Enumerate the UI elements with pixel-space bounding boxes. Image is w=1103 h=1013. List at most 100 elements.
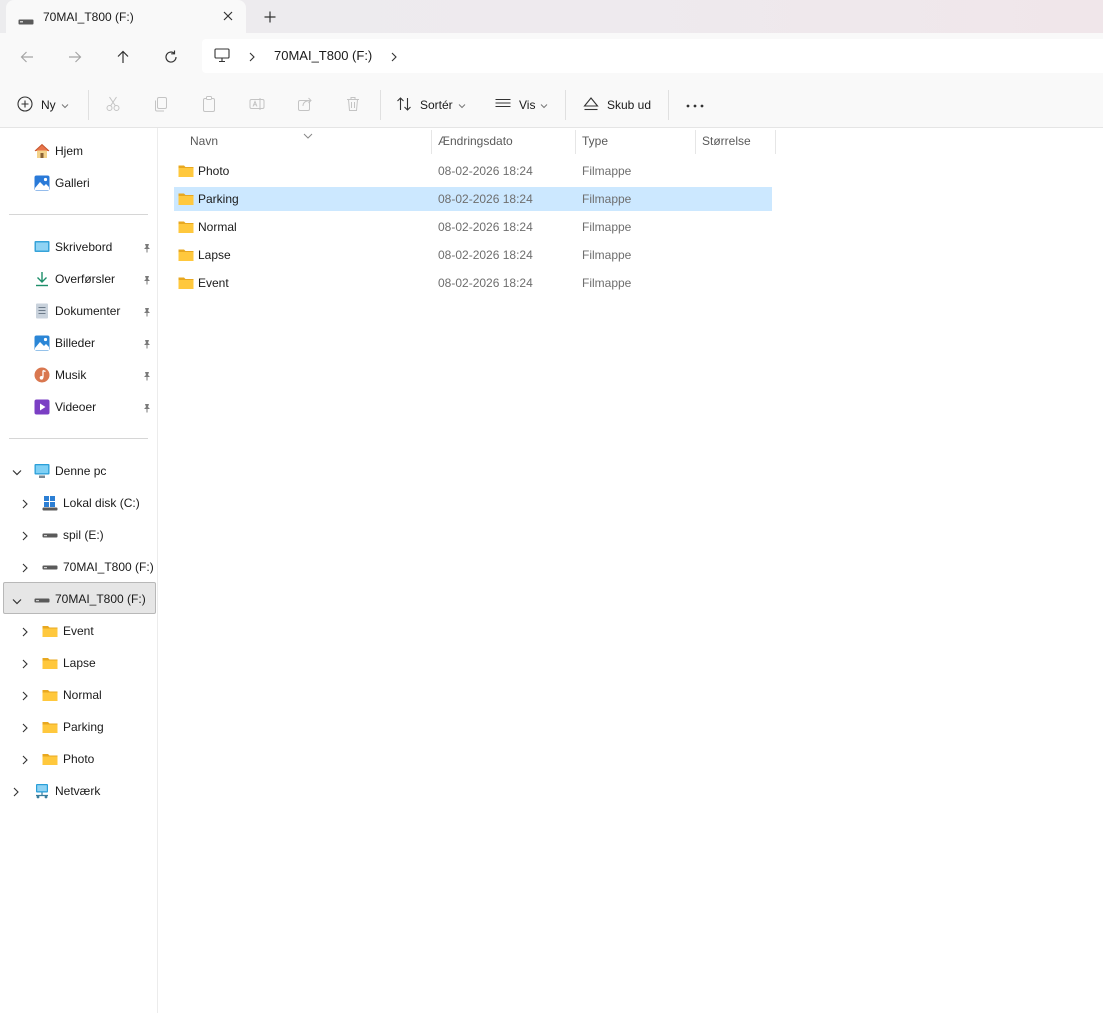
- sidebar-item-photo[interactable]: Photo: [0, 744, 158, 772]
- pin-icon[interactable]: [142, 306, 152, 320]
- sidebar-item-normal[interactable]: Normal: [0, 680, 158, 708]
- sidebar-item-70mai-pc[interactable]: 70MAI_T800 (F:): [0, 552, 158, 580]
- file-type: Filmappe: [582, 192, 632, 206]
- column-divider[interactable]: [431, 130, 432, 154]
- sidebar-item-network[interactable]: Netværk: [0, 776, 158, 804]
- chevron-right-icon[interactable]: [21, 626, 29, 640]
- sort-icon: [396, 96, 412, 115]
- column-header-size[interactable]: Størrelse: [702, 134, 751, 148]
- share-icon: [297, 96, 313, 115]
- file-row[interactable]: Photo 08-02-2026 18:24 Filmappe: [174, 159, 772, 183]
- back-button[interactable]: [14, 44, 40, 70]
- delete-button[interactable]: [345, 92, 361, 118]
- computer-icon: [34, 463, 50, 479]
- copy-button[interactable]: [153, 92, 169, 118]
- chevron-right-icon[interactable]: [248, 51, 256, 65]
- breadcrumb-drive[interactable]: 70MAI_T800 (F:): [274, 48, 372, 63]
- share-button[interactable]: [297, 92, 313, 118]
- divider: [380, 90, 381, 120]
- forward-button[interactable]: [62, 44, 88, 70]
- sidebar-item-music[interactable]: Musik: [0, 360, 158, 388]
- sidebar-item-gallery[interactable]: Galleri: [0, 168, 158, 196]
- column-header-name[interactable]: Navn: [190, 134, 218, 148]
- column-divider[interactable]: [775, 130, 776, 154]
- chevron-right-icon[interactable]: [21, 562, 29, 576]
- pin-icon[interactable]: [142, 402, 152, 416]
- file-date: 08-02-2026 18:24: [438, 220, 533, 234]
- sidebar-label: spil (E:): [63, 528, 104, 542]
- pin-icon[interactable]: [142, 338, 152, 352]
- file-row[interactable]: Event 08-02-2026 18:24 Filmappe: [174, 271, 772, 295]
- drive-icon: [42, 559, 58, 575]
- sidebar-item-local-disk[interactable]: Lokal disk (C:): [0, 488, 158, 516]
- file-row[interactable]: Normal 08-02-2026 18:24 Filmappe: [174, 215, 772, 239]
- file-type: Filmappe: [582, 164, 632, 178]
- rename-button[interactable]: [249, 92, 265, 118]
- folder-icon: [178, 220, 194, 237]
- sidebar-item-event[interactable]: Event: [0, 616, 158, 644]
- column-header-type[interactable]: Type: [582, 134, 608, 148]
- column-divider[interactable]: [575, 130, 576, 154]
- sidebar-item-downloads[interactable]: Overførsler: [0, 264, 158, 292]
- sidebar-label: Lokal disk (C:): [63, 496, 140, 510]
- sort-indicator-icon: [303, 128, 313, 142]
- sidebar-item-home[interactable]: Hjem: [0, 136, 158, 164]
- chevron-right-icon[interactable]: [21, 498, 29, 512]
- close-tab-icon[interactable]: [218, 6, 238, 26]
- column-header-date[interactable]: Ændringsdato: [438, 134, 513, 148]
- folder-icon: [42, 655, 58, 671]
- sort-button[interactable]: Sortér: [396, 92, 466, 118]
- sidebar-item-this-pc[interactable]: Denne pc: [0, 456, 158, 484]
- folder-icon: [42, 751, 58, 767]
- pin-icon[interactable]: [142, 242, 152, 256]
- address-bar[interactable]: 70MAI_T800 (F:): [202, 39, 1103, 73]
- pictures-icon: [34, 335, 50, 351]
- chevron-right-icon[interactable]: [21, 530, 29, 544]
- eject-icon: [583, 96, 599, 115]
- chevron-right-icon[interactable]: [21, 690, 29, 704]
- file-name: Normal: [198, 220, 237, 234]
- sidebar-item-pictures[interactable]: Billeder: [0, 328, 158, 356]
- computer-icon[interactable]: [214, 48, 230, 66]
- chevron-right-icon[interactable]: [21, 754, 29, 768]
- sidebar-item-spil[interactable]: spil (E:): [0, 520, 158, 548]
- file-date: 08-02-2026 18:24: [438, 248, 533, 262]
- music-icon: [34, 367, 50, 383]
- file-type: Filmappe: [582, 276, 632, 290]
- tab-70mai[interactable]: 70MAI_T800 (F:): [6, 0, 246, 33]
- home-icon: [34, 143, 50, 159]
- more-options-button[interactable]: [686, 92, 704, 118]
- chevron-down-icon[interactable]: [12, 466, 22, 480]
- sidebar-item-parking[interactable]: Parking: [0, 712, 158, 740]
- more-options-icon: [686, 98, 704, 112]
- navigation-pane: Hjem Galleri Skrivebord Overførsler Doku…: [0, 128, 158, 1013]
- chevron-right-icon[interactable]: [12, 786, 20, 800]
- pin-icon[interactable]: [142, 274, 152, 288]
- sidebar-item-videos[interactable]: Videoer: [0, 392, 158, 420]
- chevron-right-icon[interactable]: [21, 658, 29, 672]
- column-divider[interactable]: [695, 130, 696, 154]
- file-row[interactable]: Lapse 08-02-2026 18:24 Filmappe: [174, 243, 772, 267]
- refresh-button[interactable]: [158, 44, 184, 70]
- new-button[interactable]: Ny: [17, 92, 69, 118]
- sidebar-label: Hjem: [55, 144, 84, 158]
- file-name: Lapse: [198, 248, 231, 262]
- sidebar-item-documents[interactable]: Dokumenter: [0, 296, 158, 324]
- chevron-down-icon: [540, 98, 548, 112]
- new-tab-button[interactable]: [259, 6, 281, 28]
- folder-icon: [42, 687, 58, 703]
- cut-button[interactable]: [105, 92, 121, 118]
- pin-icon[interactable]: [142, 370, 152, 384]
- sidebar-item-desktop[interactable]: Skrivebord: [0, 232, 158, 260]
- paste-button[interactable]: [201, 92, 217, 118]
- view-button[interactable]: Vis: [495, 92, 548, 118]
- eject-button[interactable]: Skub ud: [583, 92, 651, 118]
- sidebar-item-70mai-drive[interactable]: 70MAI_T800 (F:): [3, 582, 156, 614]
- sidebar-item-lapse[interactable]: Lapse: [0, 648, 158, 676]
- navigation-bar: 70MAI_T800 (F:): [0, 33, 1103, 80]
- up-button[interactable]: [110, 44, 136, 70]
- file-row-selected[interactable]: Parking 08-02-2026 18:24 Filmappe: [174, 187, 772, 211]
- chevron-right-icon[interactable]: [21, 722, 29, 736]
- chevron-right-icon[interactable]: [390, 51, 398, 65]
- chevron-down-icon[interactable]: [12, 595, 22, 609]
